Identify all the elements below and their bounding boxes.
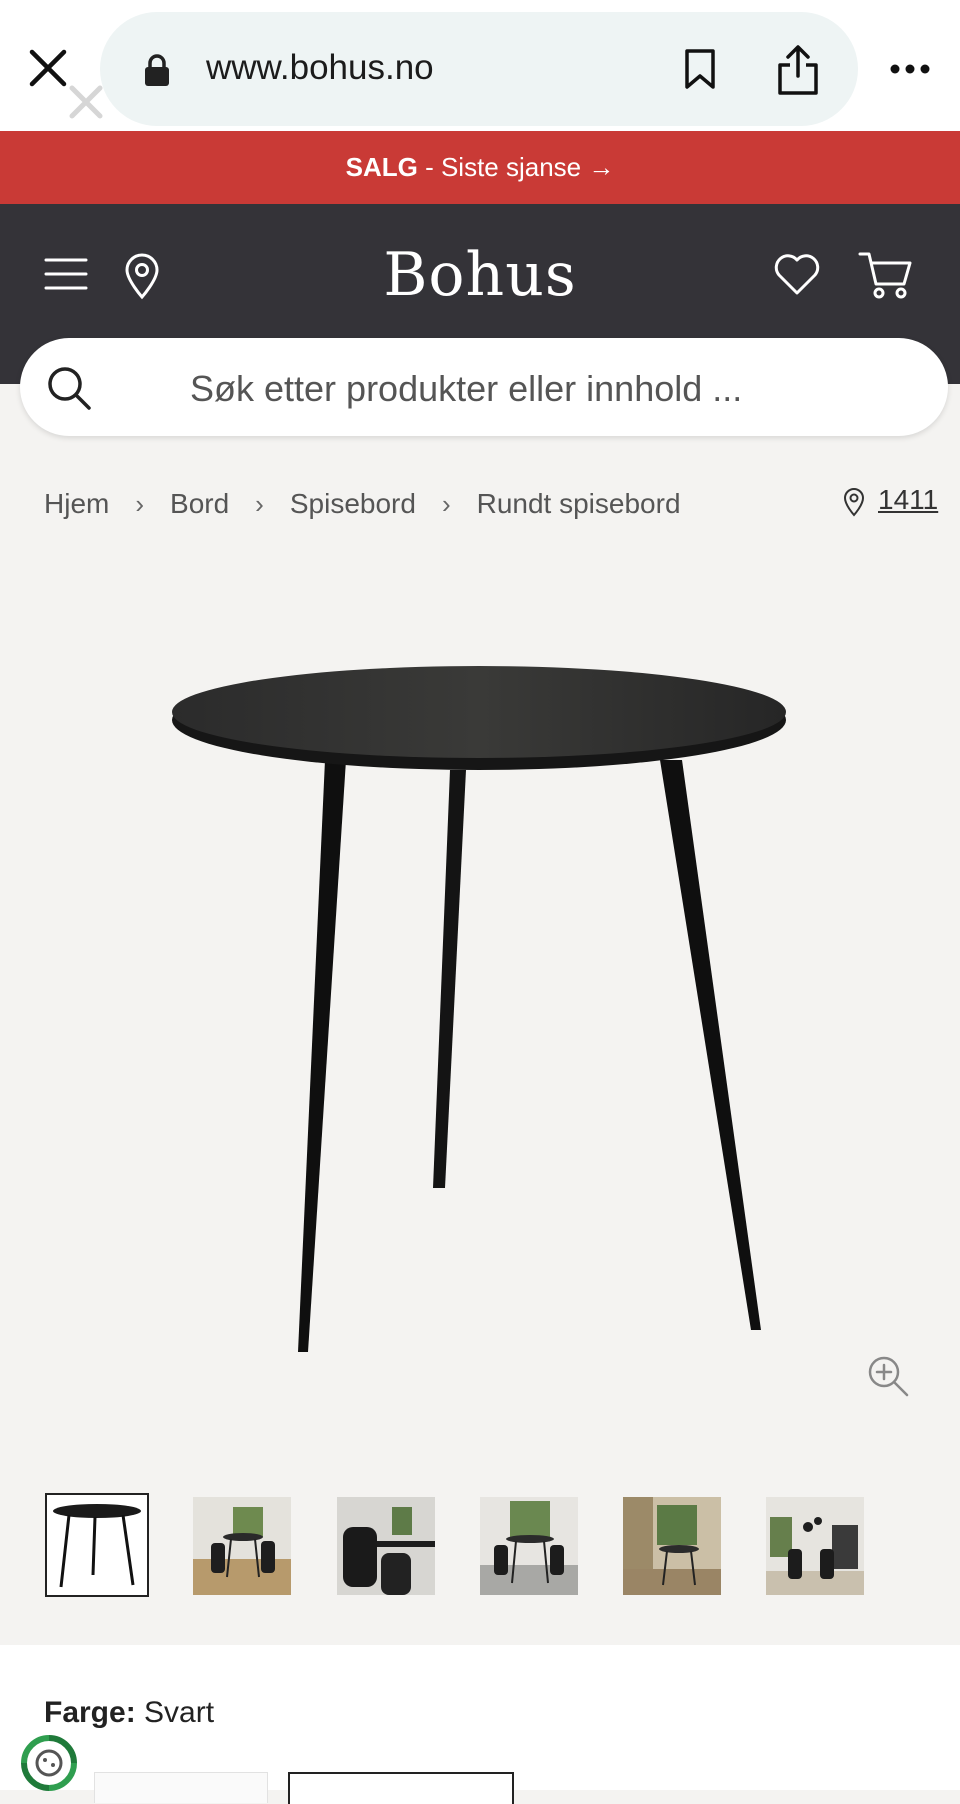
sale-banner[interactable]: SALG - Siste sjanse → bbox=[0, 131, 960, 204]
bookmark-icon[interactable] bbox=[683, 48, 717, 90]
url-text[interactable]: www.bohus.no bbox=[206, 48, 434, 88]
chevron-right-icon: › bbox=[135, 488, 145, 519]
search-icon[interactable] bbox=[46, 365, 92, 411]
color-swatch-option[interactable] bbox=[94, 1772, 268, 1803]
thumbnail-table-image bbox=[53, 1504, 141, 1588]
breadcrumb-item-hjem[interactable]: Hjem bbox=[44, 488, 109, 520]
store-pin-icon bbox=[843, 488, 865, 517]
color-selector-label: Farge: Svart bbox=[44, 1696, 214, 1730]
thumbnail-6[interactable] bbox=[766, 1497, 864, 1595]
breadcrumb-item-bord[interactable]: Bord bbox=[170, 488, 229, 520]
color-swatch-selected[interactable] bbox=[288, 1772, 514, 1804]
more-icon[interactable] bbox=[889, 62, 931, 76]
close-icon[interactable] bbox=[26, 46, 70, 90]
thumbnail-5[interactable] bbox=[623, 1497, 721, 1595]
lock-icon bbox=[145, 54, 169, 86]
zoom-in-icon[interactable] bbox=[866, 1354, 910, 1398]
close-overlay-icon[interactable] bbox=[66, 82, 106, 122]
share-icon[interactable] bbox=[776, 44, 820, 96]
thumbnail-2[interactable] bbox=[193, 1497, 291, 1595]
sale-banner-text: - Siste sjanse → bbox=[417, 152, 615, 182]
search-input[interactable] bbox=[188, 360, 912, 418]
thumbnail-3[interactable] bbox=[337, 1497, 435, 1595]
thumbnail-4[interactable] bbox=[480, 1497, 578, 1595]
product-image[interactable] bbox=[150, 640, 800, 1360]
cookie-settings-icon[interactable] bbox=[18, 1732, 80, 1794]
heart-icon[interactable] bbox=[773, 252, 821, 296]
breadcrumb: Hjem › Bord › Spisebord › Rundt spisebor… bbox=[44, 484, 681, 524]
breadcrumb-item-rundt-spisebord[interactable]: Rundt spisebord bbox=[477, 488, 681, 520]
breadcrumb-item-spisebord[interactable]: Spisebord bbox=[290, 488, 416, 520]
chevron-right-icon: › bbox=[441, 488, 451, 519]
chevron-right-icon: › bbox=[255, 488, 264, 519]
color-label-value: Svart bbox=[144, 1696, 215, 1729]
thumbnail-1[interactable] bbox=[45, 1493, 149, 1597]
cart-icon[interactable] bbox=[858, 250, 914, 300]
store-number-link[interactable]: 1411 bbox=[878, 484, 938, 516]
sale-banner-bold: SALG bbox=[345, 152, 418, 182]
color-label-key: Farge: bbox=[44, 1696, 136, 1729]
